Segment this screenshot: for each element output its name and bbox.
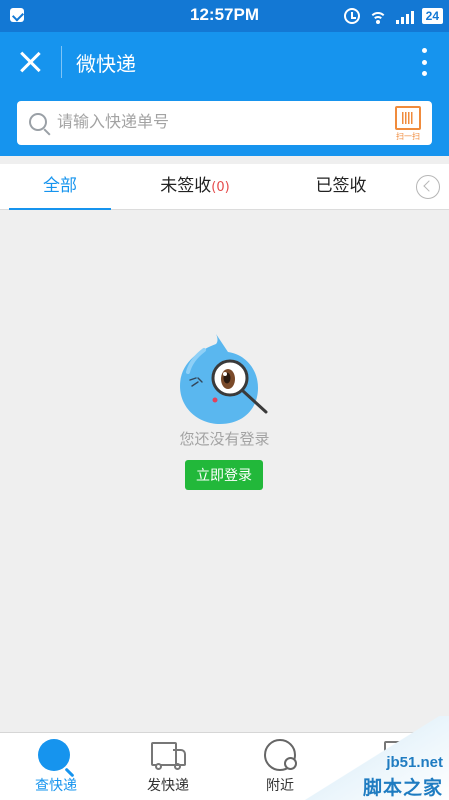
nav-send-express[interactable]: 发快递 [112,733,224,800]
profile-icon [374,738,410,774]
page-title: 微快递 [76,52,136,76]
close-icon[interactable] [14,46,46,78]
tab-signed[interactable]: 已签收 [290,164,392,210]
scan-label: 扫一扫 [396,132,420,141]
nearby-icon [264,739,297,771]
battery-level: 24 [421,8,443,24]
status-bar: 12:57PM 24 [0,0,449,32]
tab-scroll-left-icon[interactable] [416,175,440,199]
signal-icon [395,8,414,24]
app-header: 微快递 扫一扫 [0,32,449,156]
status-icons: 24 [343,6,443,26]
tab-bar: 全部 未签收(0) 已签收 [0,164,449,210]
tab-unsigned[interactable]: 未签收(0) [140,164,250,210]
nav-query-express[interactable]: 查快递 [0,733,112,800]
mascot-magnifier-icon [180,334,268,424]
header-divider [61,46,62,78]
nav-nearby-label: 附近 [266,778,294,794]
not-logged-in-message: 您还没有登录 [179,430,270,448]
truck-icon [150,738,186,774]
tab-all-label: 全部 [43,176,77,196]
tab-all[interactable]: 全部 [9,164,111,210]
alarm-icon [343,8,360,24]
barcode-scan-icon [395,106,421,130]
bottom-nav: 查快递 发快递 附近 [0,732,449,800]
tab-signed-label: 已签收 [315,176,367,196]
more-options-icon[interactable] [419,48,429,76]
nav-nearby[interactable]: 附近 [224,733,336,800]
tab-unsigned-label: 未签收 [160,176,212,196]
nav-profile[interactable] [336,733,448,800]
search-box: 扫一扫 [17,101,432,145]
tracking-number-input[interactable] [57,101,387,145]
wifi-icon [368,8,388,24]
nav-send-express-label: 发快递 [147,778,189,794]
unsigned-count: (0) [211,180,230,195]
scan-button[interactable]: 扫一扫 [394,105,422,141]
search-express-icon [38,739,70,771]
login-button[interactable]: 立即登录 [185,460,263,490]
search-icon [29,113,47,131]
nav-query-express-label: 查快递 [35,778,77,794]
